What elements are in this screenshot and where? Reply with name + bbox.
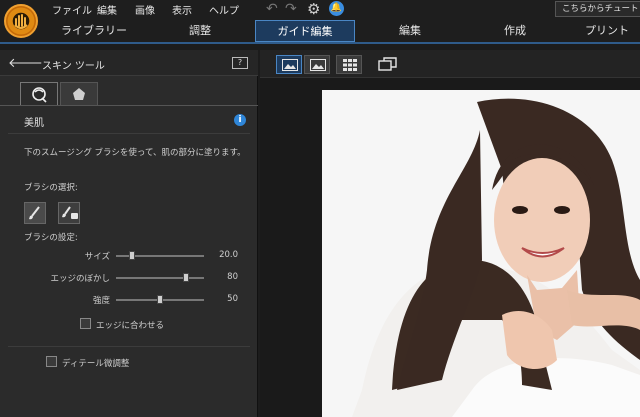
edge-feather-slider-track[interactable] — [116, 277, 204, 279]
app-logo-icon — [4, 4, 38, 38]
main-tab-bar: ライブラリー 調整 ガイド編集 編集 作成 プリント — [0, 18, 640, 44]
detail-adjust-checkbox[interactable] — [46, 356, 57, 367]
brush-icon — [29, 206, 40, 220]
panel-help-icon[interactable]: ? — [232, 57, 248, 69]
eraser-brush-button[interactable] — [58, 202, 80, 224]
subtab-skin-tone[interactable] — [60, 82, 98, 106]
menu-file[interactable]: ファイル — [52, 2, 92, 17]
menu-image[interactable]: 画像 — [135, 2, 155, 17]
tab-print[interactable]: プリント — [585, 20, 640, 42]
tutorial-button[interactable]: こちらからチュートリアル — [555, 1, 640, 17]
detail-divider — [8, 346, 250, 347]
menu-help[interactable]: ヘルプ — [209, 2, 239, 17]
back-arrow-icon[interactable]: 🡐 — [8, 55, 43, 71]
edited-photo[interactable] — [322, 90, 640, 417]
menu-view[interactable]: 表示 — [172, 2, 192, 17]
face-smooth-icon — [32, 87, 47, 103]
tab-guided-edit[interactable]: ガイド編集 — [255, 20, 355, 42]
eraser-brush-icon — [62, 206, 78, 219]
edge-feather-label: エッジのぼかし — [50, 274, 110, 284]
notification-bell-icon[interactable]: 🔔 — [329, 1, 344, 16]
skin-tone-icon — [73, 88, 85, 100]
size-slider-thumb[interactable] — [128, 251, 135, 260]
redo-icon[interactable]: ↷ — [285, 1, 297, 17]
app-window: ファイル 編集 画像 表示 ヘルプ ↶ ↷ ⚙ 🔔 こちらからチュートリアル ラ… — [0, 0, 640, 417]
subtab-divider — [0, 105, 258, 106]
undo-icon[interactable]: ↶ — [266, 1, 278, 17]
subtab-skin-smoothing[interactable] — [20, 82, 58, 106]
compare-icon — [378, 57, 397, 71]
info-icon[interactable]: i — [234, 114, 246, 126]
single-view-button[interactable] — [276, 55, 302, 74]
brush-settings-label: ブラシの設定: — [24, 233, 78, 243]
image-icon — [310, 59, 326, 71]
edge-feather-value: 80 — [227, 272, 238, 282]
strength-value: 50 — [227, 294, 238, 304]
section-title: 美肌 — [24, 118, 44, 129]
grid-view-button[interactable] — [336, 55, 362, 74]
tab-create[interactable]: 作成 — [475, 20, 555, 42]
size-value: 20.0 — [219, 250, 238, 260]
size-label: サイズ — [84, 252, 110, 262]
strength-slider-thumb[interactable] — [157, 295, 163, 304]
edge-fit-label: エッジに合わせる — [96, 321, 165, 331]
compare-toggle-button[interactable] — [378, 56, 398, 75]
view-toolbar — [260, 50, 640, 78]
skin-tool-panel: 🡐 スキン ツール ? 美肌 i 下のスムージング ブラシを使って、肌の部分に塗… — [0, 50, 258, 417]
tab-library[interactable]: ライブラリー — [44, 20, 144, 42]
portrait-image — [322, 90, 640, 417]
edge-fit-checkbox[interactable] — [80, 318, 91, 329]
edge-feather-slider-thumb[interactable] — [183, 273, 190, 282]
before-after-icon — [282, 59, 298, 71]
grid-icon — [343, 59, 357, 71]
panel-header: 🡐 スキン ツール ? — [0, 50, 258, 76]
image-view-button[interactable] — [304, 55, 330, 74]
section-divider — [8, 133, 250, 134]
tab-edit[interactable]: 編集 — [370, 20, 450, 42]
instruction-text: 下のスムージング ブラシを使って、肌の部分に塗ります。 — [24, 148, 246, 158]
strength-label: 強度 — [92, 296, 110, 306]
panel-title: スキン ツール — [42, 61, 105, 72]
logo-hand-icon — [14, 14, 28, 29]
tab-adjust[interactable]: 調整 — [160, 20, 240, 42]
smoothing-brush-button[interactable] — [24, 202, 46, 224]
gear-icon[interactable]: ⚙ — [307, 0, 320, 18]
brush-select-label: ブラシの選択: — [24, 183, 78, 193]
image-workspace — [260, 50, 640, 417]
menu-bar: ファイル 編集 画像 表示 ヘルプ ↶ ↷ ⚙ 🔔 こちらからチュートリアル — [0, 0, 640, 18]
detail-adjust-label: ディテール微調整 — [62, 359, 130, 369]
menu-edit[interactable]: 編集 — [97, 2, 117, 17]
